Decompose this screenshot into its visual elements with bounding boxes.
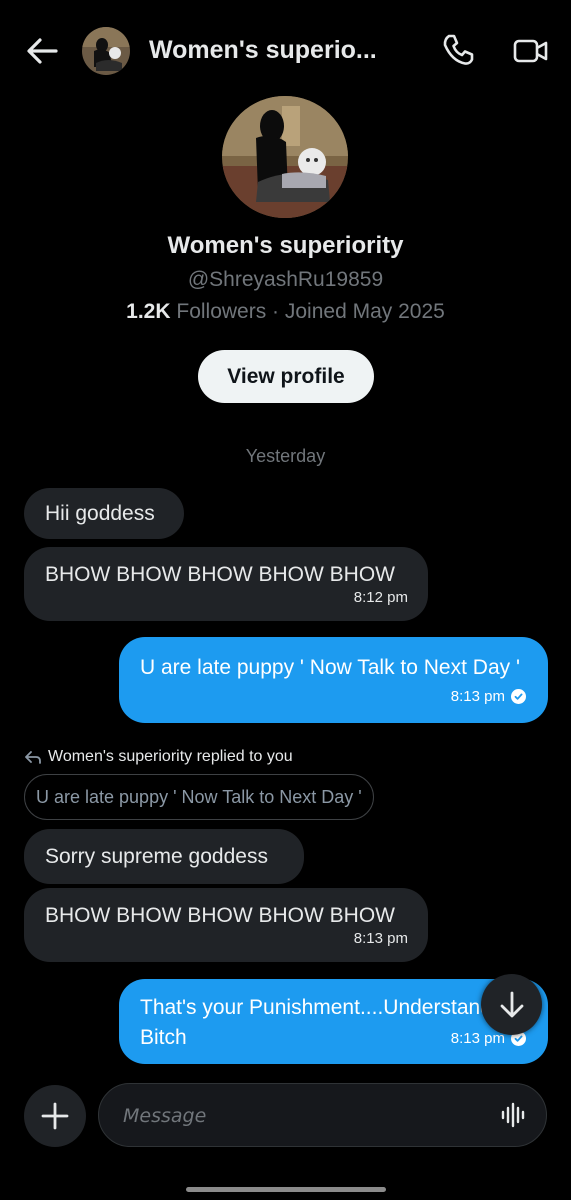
message-text: BHOW BHOW BHOW BHOW BHOW bbox=[45, 904, 395, 927]
message-outgoing[interactable]: U are late puppy ' Now Talk to Next Day … bbox=[119, 637, 548, 723]
message-time: 8:13 pm bbox=[353, 930, 408, 947]
read-check-icon bbox=[511, 689, 526, 704]
arrow-left-icon bbox=[27, 38, 58, 64]
back-button[interactable] bbox=[22, 34, 62, 68]
message-meta: 8:13 pm bbox=[451, 688, 526, 705]
message-text: Sorry supreme goddess bbox=[45, 844, 268, 868]
followers-joined-text: Followers · Joined May 2025 bbox=[170, 300, 445, 323]
date-separator: Yesterday bbox=[245, 446, 326, 466]
message-time: 8:13 pm bbox=[450, 1030, 505, 1047]
message-text: U are late puppy ' Now Talk to Next Day … bbox=[140, 656, 520, 679]
avatar-image bbox=[222, 96, 348, 218]
conversation-title[interactable]: Women's superio... bbox=[149, 36, 377, 65]
message-incoming[interactable]: BHOW BHOW BHOW BHOW BHOW 8:13 pm bbox=[24, 888, 428, 962]
message-incoming[interactable]: Hii goddess bbox=[24, 488, 184, 539]
call-button[interactable] bbox=[440, 32, 476, 68]
quoted-message-text: U are late puppy ' Now Talk to Next Day … bbox=[36, 786, 362, 807]
header-avatar[interactable] bbox=[82, 27, 130, 75]
video-call-button[interactable] bbox=[512, 34, 550, 68]
message-incoming[interactable]: BHOW BHOW BHOW BHOW BHOW 8:12 pm bbox=[24, 547, 428, 621]
scroll-to-bottom-button[interactable] bbox=[481, 974, 542, 1035]
voice-wave-icon[interactable] bbox=[500, 1102, 526, 1128]
profile-name: Women's superiority bbox=[167, 232, 404, 259]
reply-context-text: Women's superiority replied to you bbox=[48, 748, 293, 765]
quoted-message[interactable]: U are late puppy ' Now Talk to Next Day … bbox=[24, 774, 374, 820]
message-composer[interactable] bbox=[98, 1083, 547, 1147]
message-input[interactable] bbox=[121, 1098, 485, 1134]
followers-count: 1.2K bbox=[126, 300, 171, 323]
profile-avatar[interactable] bbox=[222, 96, 348, 218]
phone-icon bbox=[443, 34, 474, 65]
profile-handle: @ShreyashRu19859 bbox=[187, 268, 384, 291]
message-time: 8:13 pm bbox=[450, 688, 505, 705]
plus-icon bbox=[41, 1102, 69, 1130]
video-camera-icon bbox=[513, 39, 548, 63]
home-indicator[interactable] bbox=[186, 1187, 386, 1192]
message-text: Hii goddess bbox=[45, 501, 155, 525]
message-incoming[interactable]: Sorry supreme goddess bbox=[24, 829, 304, 884]
message-text: BHOW BHOW BHOW BHOW BHOW bbox=[45, 563, 395, 586]
profile-stats: 1.2K Followers · Joined May 2025 bbox=[0, 300, 571, 324]
avatar-image bbox=[82, 27, 130, 75]
arrow-down-icon bbox=[500, 991, 523, 1017]
add-attachment-button[interactable] bbox=[24, 1085, 86, 1147]
reply-context-label: Women's superiority replied to you bbox=[24, 748, 293, 766]
message-time: 8:12 pm bbox=[353, 589, 408, 606]
view-profile-button[interactable]: View profile bbox=[198, 350, 374, 403]
reply-arrow-icon bbox=[25, 751, 41, 764]
